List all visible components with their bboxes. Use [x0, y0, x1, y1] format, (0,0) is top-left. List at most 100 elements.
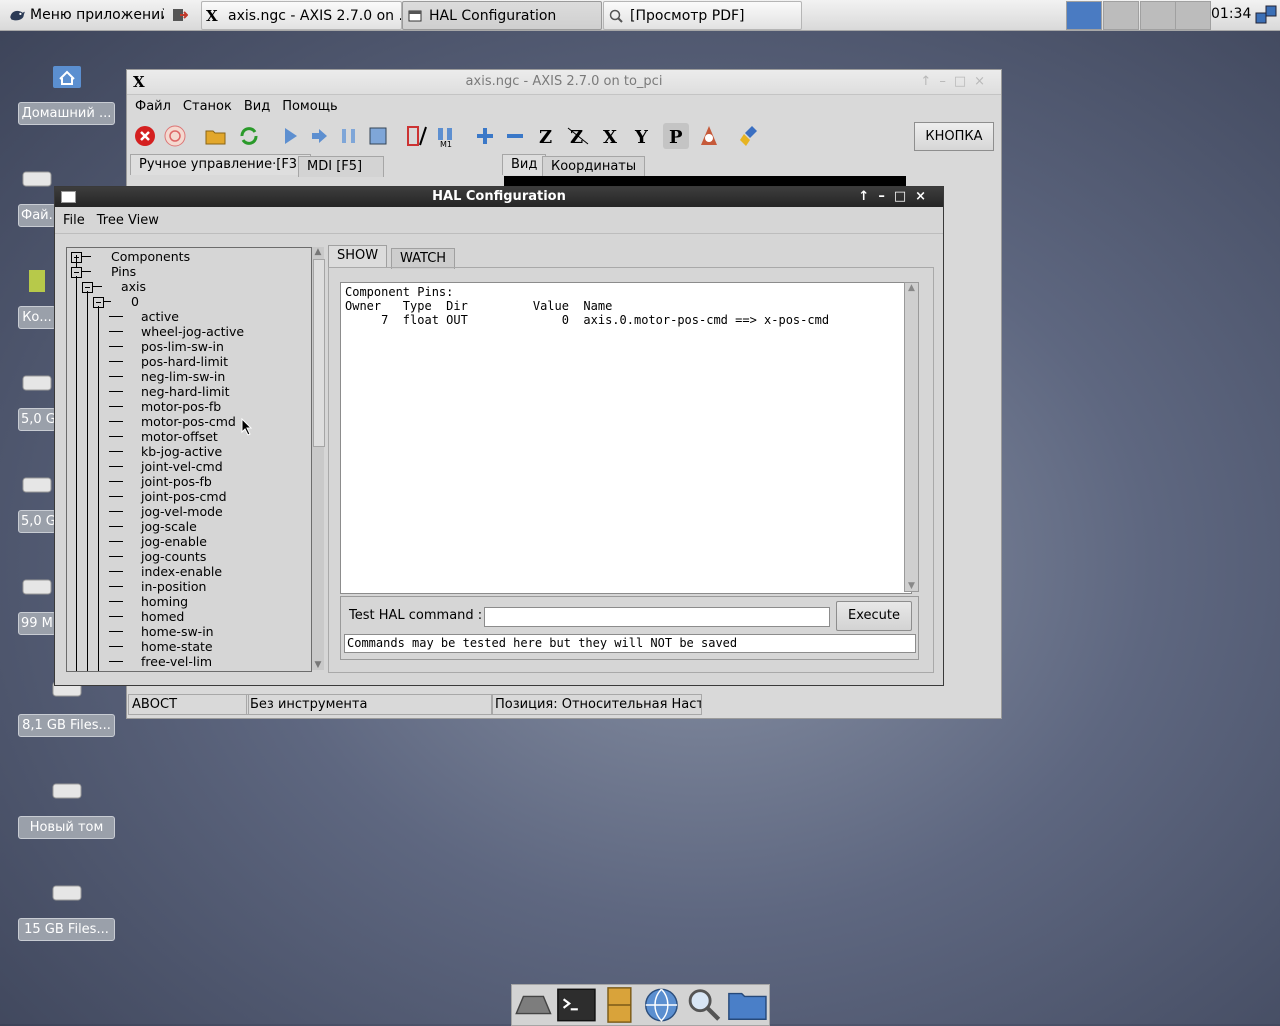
- stop-icon[interactable]: [365, 123, 391, 149]
- power-icon[interactable]: [162, 123, 188, 149]
- desktop-icon-3[interactable]: Ко...: [18, 266, 56, 329]
- tree-item[interactable]: free-vel-lim: [141, 654, 212, 669]
- view-z2-icon[interactable]: Z: [565, 123, 591, 149]
- tree-item[interactable]: jog-vel-mode: [141, 504, 223, 519]
- tree-item[interactable]: active: [141, 309, 179, 324]
- hal-tree[interactable]: Components Pins axis 0 active wheel-jog-activ…: [66, 247, 312, 672]
- taskbar-window-axis[interactable]: X axis.ngc - AXIS 2.7.0 on ...: [201, 1, 402, 30]
- hal-titlebar[interactable]: HAL Configuration ↑–□×: [55, 187, 943, 207]
- tree-scrollbar[interactable]: ▲ ▼: [312, 247, 325, 670]
- output-text[interactable]: Component Pins: Owner Type Dir Value Name…: [340, 282, 912, 594]
- menu-machine[interactable]: Станок: [179, 99, 236, 114]
- workspace-1[interactable]: [1066, 1, 1102, 30]
- axis-titlebar[interactable]: X axis.ngc - AXIS 2.7.0 on to_pci ↑–□×: [127, 70, 1001, 95]
- tree-item[interactable]: home-sw-in: [141, 624, 214, 639]
- reload-icon[interactable]: [236, 123, 262, 149]
- desktop-icon-9[interactable]: 15 GB Files...: [18, 878, 115, 941]
- desktop-icon-8[interactable]: Новый том: [18, 776, 115, 839]
- block-delete-icon[interactable]: [404, 123, 430, 149]
- tab-coordinates[interactable]: Координаты: [542, 156, 646, 177]
- menu-view[interactable]: Вид: [240, 99, 274, 114]
- tree-item[interactable]: joint-pos-fb: [141, 474, 212, 489]
- tab-show[interactable]: SHOW: [328, 245, 388, 268]
- scroll-up-icon[interactable]: ▲: [313, 247, 323, 257]
- scroll-down-icon[interactable]: ▼: [906, 581, 917, 591]
- taskbar-window-hal[interactable]: HAL Configuration: [402, 1, 602, 30]
- tree-item[interactable]: jog-enable: [141, 534, 207, 549]
- tab-view[interactable]: Вид: [502, 154, 547, 175]
- menu-file[interactable]: Файл: [131, 99, 175, 114]
- tree-item[interactable]: jog-scale: [141, 519, 197, 534]
- tree-item[interactable]: homed: [141, 609, 184, 624]
- knopka-button[interactable]: КНОПКА: [914, 122, 994, 151]
- tree-item[interactable]: motor-pos-fb: [141, 399, 221, 414]
- tree-item[interactable]: joint-vel-cmd: [141, 459, 223, 474]
- hal-window-controls[interactable]: ↑–□×: [858, 187, 935, 207]
- tree-item[interactable]: axis: [121, 279, 146, 294]
- window-menu-icon[interactable]: [61, 191, 76, 203]
- web-browser-icon[interactable]: [640, 985, 683, 1025]
- pause-icon[interactable]: [336, 123, 362, 149]
- tree-item[interactable]: pos-lim-sw-in: [141, 339, 224, 354]
- tree-item[interactable]: pos-hard-limit: [141, 354, 228, 369]
- tree-item[interactable]: motor-pos-cmd: [141, 414, 236, 429]
- step-icon[interactable]: [306, 123, 332, 149]
- hal-menu-treeview[interactable]: Tree View: [97, 213, 159, 228]
- desktop-icon-home[interactable]: Домашний ...: [18, 62, 115, 125]
- file-cabinet-icon[interactable]: [598, 985, 641, 1025]
- hal-menu-file[interactable]: File: [63, 213, 85, 228]
- tree-item[interactable]: Pins: [111, 264, 136, 279]
- workspace-4[interactable]: [1175, 1, 1211, 30]
- optional-stop-icon[interactable]: M1: [433, 123, 459, 149]
- zoom-in-icon[interactable]: [472, 123, 498, 149]
- open-file-icon[interactable]: [203, 123, 229, 149]
- tab-mdi[interactable]: MDI [F5]: [298, 156, 384, 177]
- folder-icon[interactable]: [726, 985, 769, 1025]
- desktop-icon-4[interactable]: 5,0 G...: [18, 368, 56, 431]
- tree-item[interactable]: neg-hard-limit: [141, 384, 230, 399]
- desktop-icon-files[interactable]: Фай...: [18, 164, 56, 227]
- menu-help[interactable]: Помощь: [278, 99, 341, 114]
- tree-item[interactable]: Components: [111, 249, 190, 264]
- tree-item[interactable]: jog-counts: [141, 549, 206, 564]
- rotate-view-icon[interactable]: [696, 123, 722, 149]
- tree-item[interactable]: home-state: [141, 639, 213, 654]
- search-icon[interactable]: [683, 985, 726, 1025]
- tab-manual[interactable]: Ручное управление·[F3]: [130, 154, 312, 175]
- tree-item[interactable]: kb-jog-active: [141, 444, 222, 459]
- test-command-input[interactable]: [484, 607, 830, 627]
- desktop-icon-6[interactable]: 99 M...: [18, 572, 56, 635]
- tree-item[interactable]: joint-pos-cmd: [141, 489, 227, 504]
- zoom-out-icon[interactable]: [502, 123, 528, 149]
- tree-item[interactable]: homing: [141, 594, 188, 609]
- terminal-icon[interactable]: [555, 985, 598, 1025]
- view-z-icon[interactable]: Z: [534, 123, 560, 149]
- app-menu-button[interactable]: Меню приложений: [2, 1, 164, 28]
- scroll-up-icon[interactable]: ▲: [906, 283, 917, 293]
- tree-item[interactable]: neg-lim-sw-in: [141, 369, 225, 384]
- show-desktop-button[interactable]: [168, 1, 196, 28]
- axis-window-controls[interactable]: ↑–□×: [920, 70, 993, 94]
- execute-button[interactable]: Execute: [836, 601, 912, 631]
- workspace-2[interactable]: [1103, 1, 1139, 30]
- clear-backplot-icon[interactable]: [738, 123, 764, 149]
- tab-watch[interactable]: WATCH: [391, 248, 456, 269]
- show-desktop-icon[interactable]: [512, 985, 555, 1025]
- tree-item[interactable]: in-position: [141, 579, 206, 594]
- desktop-icon-5[interactable]: 5,0 G...: [18, 470, 56, 533]
- view-x-icon[interactable]: X: [598, 123, 624, 149]
- tree-item[interactable]: index-enable: [141, 564, 222, 579]
- tree-item[interactable]: motor-offset: [141, 429, 218, 444]
- tree-scroll-thumb[interactable]: [313, 259, 325, 447]
- view-p-icon[interactable]: P: [663, 123, 689, 149]
- scroll-down-icon[interactable]: ▼: [313, 660, 323, 670]
- view-y-icon[interactable]: Y: [630, 123, 656, 149]
- estop-icon[interactable]: [132, 123, 158, 149]
- tree-item[interactable]: wheel-jog-active: [141, 324, 244, 339]
- clock[interactable]: 01:34: [1211, 6, 1251, 22]
- taskbar-window-pdf[interactable]: [Просмотр PDF]: [603, 1, 802, 30]
- network-icon[interactable]: [1254, 3, 1278, 27]
- workspace-3[interactable]: [1140, 1, 1176, 30]
- output-scrollbar[interactable]: ▲ ▼: [904, 282, 919, 592]
- tree-item[interactable]: 0: [131, 294, 139, 309]
